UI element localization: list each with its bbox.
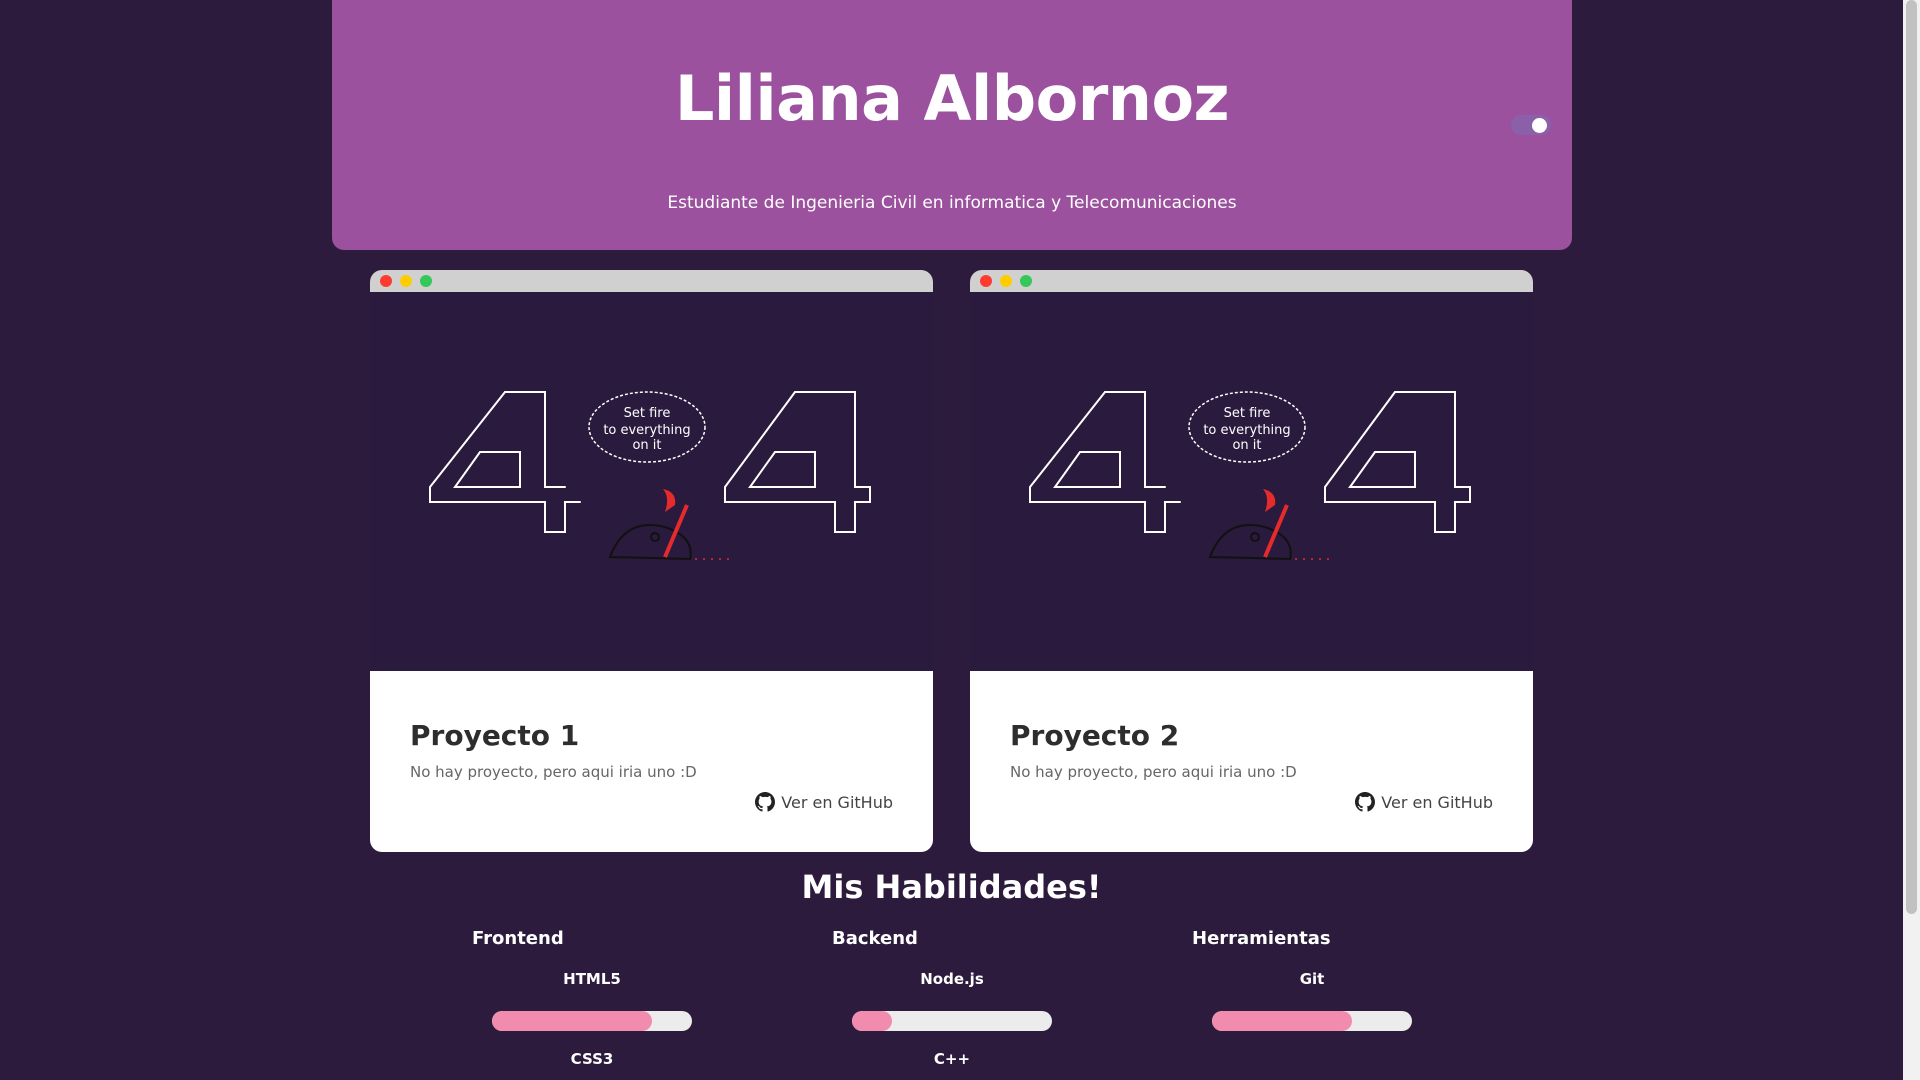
svg-text:to everything: to everything bbox=[603, 423, 690, 438]
page-scrollbar[interactable] bbox=[1903, 0, 1920, 1080]
skill-bar-git bbox=[1212, 1011, 1412, 1031]
skill-name-git: Git bbox=[1299, 970, 1325, 988]
page-title: Liliana Albornoz bbox=[674, 62, 1230, 135]
window-close-dot-icon bbox=[380, 275, 392, 287]
project-title: Proyecto 2 bbox=[1010, 719, 1180, 752]
project-body: Proyecto 2 No hay proyecto, pero aqui ir… bbox=[970, 671, 1533, 852]
github-link[interactable]: Ver en GitHub bbox=[755, 792, 893, 812]
svg-text:Set fire: Set fire bbox=[1224, 406, 1271, 421]
window-maximize-dot-icon bbox=[420, 275, 432, 287]
scrollbar-thumb[interactable] bbox=[1906, 0, 1917, 914]
skills-heading-frontend: Frontend bbox=[472, 928, 564, 949]
skill-name-cpp: C++ bbox=[933, 1050, 971, 1068]
window-minimize-dot-icon bbox=[400, 275, 412, 287]
project-body: Proyecto 1 No hay proyecto, pero aqui ir… bbox=[370, 671, 933, 852]
404-illustration-icon: Set fire to everything on it bbox=[1029, 391, 1471, 561]
github-link-label: Ver en GitHub bbox=[1381, 792, 1493, 812]
skill-name-nodejs: Node.js bbox=[920, 970, 984, 988]
window-close-dot-icon bbox=[980, 275, 992, 287]
skills-heading-backend: Backend bbox=[832, 928, 918, 949]
skill-name-css3: CSS3 bbox=[570, 1050, 614, 1068]
svg-text:Set fire: Set fire bbox=[624, 406, 671, 421]
svg-text:to everything: to everything bbox=[1203, 423, 1290, 438]
window-bar bbox=[970, 270, 1533, 292]
window-bar bbox=[370, 270, 933, 292]
skill-name-html5: HTML5 bbox=[563, 970, 621, 988]
github-icon bbox=[1355, 792, 1376, 812]
skill-bar-nodejs bbox=[852, 1011, 1052, 1031]
github-link-label: Ver en GitHub bbox=[781, 792, 893, 812]
window-minimize-dot-icon bbox=[1000, 275, 1012, 287]
toggle-knob bbox=[1532, 118, 1547, 133]
theme-toggle[interactable] bbox=[1511, 115, 1551, 135]
skills-title: Mis Habilidades! bbox=[801, 868, 1102, 906]
window-maximize-dot-icon bbox=[1020, 275, 1032, 287]
page-subtitle: Estudiante de Ingenieria Civil en inform… bbox=[667, 193, 1237, 213]
skills-heading-tools: Herramientas bbox=[1192, 928, 1331, 949]
project-description: No hay proyecto, pero aqui iria uno :D bbox=[410, 763, 697, 781]
project-image-404: Set fire to everything on it bbox=[970, 292, 1533, 671]
header: Liliana Albornoz Estudiante de Ingenieri… bbox=[332, 0, 1572, 250]
404-illustration-icon: Set fire to everything on it bbox=[429, 391, 871, 561]
skill-bar-fill bbox=[492, 1011, 652, 1031]
svg-text:on it: on it bbox=[1232, 438, 1261, 453]
github-link[interactable]: Ver en GitHub bbox=[1355, 792, 1493, 812]
project-card-1: Set fire to everything on it Proyecto 1 … bbox=[370, 270, 933, 852]
project-title: Proyecto 1 bbox=[410, 719, 580, 752]
github-icon bbox=[755, 792, 776, 812]
skill-bar-fill bbox=[1212, 1011, 1352, 1031]
svg-text:on it: on it bbox=[632, 438, 661, 453]
skill-bar-html5 bbox=[492, 1011, 692, 1031]
project-description: No hay proyecto, pero aqui iria uno :D bbox=[1010, 763, 1297, 781]
project-image-404: Set fire to everything on it bbox=[370, 292, 933, 671]
skill-bar-fill bbox=[852, 1011, 892, 1031]
project-card-2: Set fire to everything on it Proyecto 2 … bbox=[970, 270, 1533, 852]
